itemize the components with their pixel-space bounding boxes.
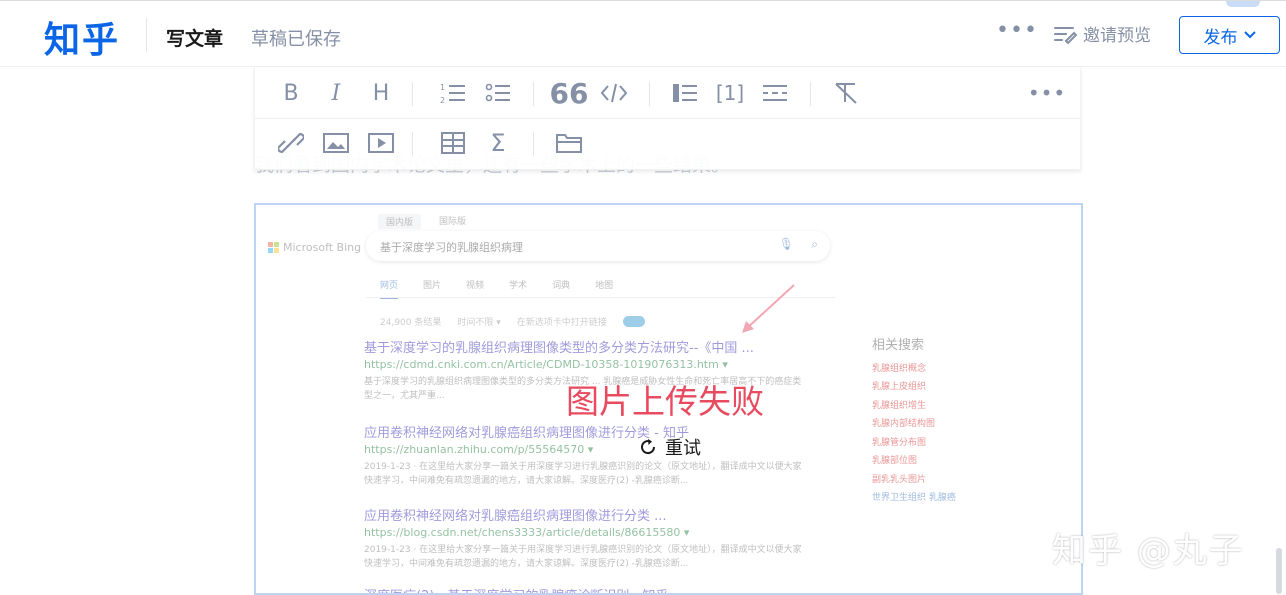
toolbar-row-1: B I H 12 66 [1] ••• xyxy=(255,68,1080,119)
svg-text:1: 1 xyxy=(440,83,445,92)
search-result: 应用卷积神经网络对乳腺癌组织病理图像进行分类 - 知乎 https://zhua… xyxy=(364,422,804,488)
publish-button[interactable]: 发布 xyxy=(1179,16,1280,54)
result-url: https://blog.csdn.net/chens3333/article/… xyxy=(364,526,690,539)
folder-icon[interactable] xyxy=(553,128,585,158)
toolbar-separator xyxy=(412,132,413,156)
bing-label: Microsoft Bing xyxy=(283,241,362,254)
bing-region-tabs: 国内版 国际版 xyxy=(378,214,466,229)
annotation-arrow-icon xyxy=(742,284,795,333)
bing-search-box: 基于深度学习的乳腺组织病理 🎙 ⌕ xyxy=(366,231,830,261)
formula-icon[interactable]: Σ xyxy=(482,128,514,158)
search-result: 深度医疗(2) - 基于深度学习的乳腺癌诊断识别 - 知乎 xyxy=(364,585,668,593)
watermark: 知乎 @丸子 xyxy=(1052,531,1245,571)
result-title: 应用卷积神经网络对乳腺癌组织病理图像进行分类 ... xyxy=(364,509,667,524)
more-icon[interactable]: ••• xyxy=(1028,78,1065,108)
related-item: 乳腺内部结构图 xyxy=(872,419,936,429)
result-title: 应用卷积神经网络对乳腺癌组织病理图像进行分类 - 知乎 xyxy=(364,426,689,441)
toolbar-separator xyxy=(533,132,534,156)
bing-logo: Microsoft Bing xyxy=(268,241,361,254)
editor-toolbar: B I H 12 66 [1] ••• Σ xyxy=(254,68,1081,170)
bing-meta: 24,900 条结果 时间不限 ▾ 在新选项卡中打开链接 xyxy=(380,315,645,328)
invite-preview-icon xyxy=(1054,26,1077,44)
divider-icon[interactable] xyxy=(759,78,791,108)
invite-preview-label: 邀请预览 xyxy=(1083,26,1151,46)
zhihu-logo[interactable]: 知乎 xyxy=(44,11,120,63)
video-icon[interactable] xyxy=(365,128,397,158)
related-item: 乳腺组织增生 xyxy=(872,400,927,411)
chevron-down-icon xyxy=(1243,31,1256,39)
toolbar-separator xyxy=(810,82,811,106)
nav-maps: 地图 xyxy=(595,281,614,291)
new-tab-toggle xyxy=(622,316,645,327)
result-url: https://cdmd.cnki.com.cn/Article/CDMD-10… xyxy=(364,358,728,371)
link-icon[interactable] xyxy=(275,128,307,158)
toolbar-row-2: Σ xyxy=(255,118,1080,168)
page-title: 写文章 xyxy=(166,28,224,50)
related-title: 相关搜索 xyxy=(872,338,925,353)
result-title: 深度医疗(2) - 基于深度学习的乳腺癌诊断识别 - 知乎 xyxy=(364,585,668,593)
bing-nav: 网页 图片 视频 学术 词典 地图 xyxy=(380,278,613,299)
related-item: 乳腺管分布图 xyxy=(872,437,927,448)
result-url: https://zhuanlan.zhihu.com/p/55564570 ▾ xyxy=(364,443,594,456)
refresh-icon xyxy=(641,439,656,455)
clear-format-icon[interactable] xyxy=(830,78,862,108)
new-tab-label: 在新选项卡中打开链接 xyxy=(516,318,607,328)
italic-icon[interactable]: I xyxy=(320,78,352,108)
result-desc: 2019-1-23 · 在这里给大家分享一篇关于用深度学习进行乳腺癌识别的论文（… xyxy=(364,545,802,569)
unordered-list-icon[interactable] xyxy=(482,78,514,108)
toolbar-separator xyxy=(649,82,650,106)
bold-icon[interactable]: B xyxy=(275,78,307,108)
nav-videos: 视频 xyxy=(466,281,485,291)
retry-button[interactable]: 重试 xyxy=(639,434,701,460)
image-icon[interactable] xyxy=(320,128,352,158)
tab-intl: 国际版 xyxy=(439,217,467,227)
table-icon[interactable] xyxy=(437,128,469,158)
upload-failed-message: 图片上传失败 xyxy=(566,382,764,421)
tab-cn: 国内版 xyxy=(378,214,422,229)
publish-label: 发布 xyxy=(1203,27,1238,48)
nav-academic: 学术 xyxy=(509,281,528,291)
nav-dictionary: 词典 xyxy=(552,281,571,291)
retry-label: 重试 xyxy=(665,438,701,459)
related-item: 乳腺组织概念 xyxy=(872,363,927,374)
toolbar-separator xyxy=(533,82,534,106)
related-searches: 相关搜索 乳腺组织概念 乳腺上皮组织 乳腺组织增生 乳腺内部结构图 乳腺管分布图… xyxy=(872,337,956,508)
top-bar: 知乎 写文章 草稿已保存 ••• 邀请预览 发布 xyxy=(0,0,1286,67)
search-icon: ⌕ xyxy=(811,237,818,251)
result-count: 24,900 条结果 xyxy=(380,318,442,328)
more-horizontal-icon[interactable]: ••• xyxy=(996,18,1038,43)
quote-icon[interactable]: 66 xyxy=(550,77,589,110)
heading-icon[interactable]: H xyxy=(365,78,397,108)
header-divider xyxy=(146,18,147,52)
microphone-icon: 🎙 xyxy=(778,237,794,251)
result-desc: 2019-1-23 · 在这里给大家分享一篇关于用深度学习进行乳腺癌识别的论文（… xyxy=(364,462,802,486)
related-item: 乳腺部位图 xyxy=(872,456,918,466)
search-result: 应用卷积神经网络对乳腺癌组织病理图像进行分类 ... https://blog.… xyxy=(364,505,804,571)
nav-web: 网页 xyxy=(380,278,399,299)
draft-status: 草稿已保存 xyxy=(251,29,341,50)
related-item: 副乳乳头图片 xyxy=(872,474,927,485)
ordered-list-icon[interactable]: 12 xyxy=(437,78,469,108)
invite-preview-button[interactable]: 邀请预览 xyxy=(1053,21,1151,46)
code-icon[interactable] xyxy=(598,78,630,108)
microsoft-logo-icon xyxy=(268,242,279,253)
corner-tip xyxy=(1226,1,1260,7)
result-title: 基于深度学习的乳腺组织病理图像类型的多分类方法研究--《中国 ... xyxy=(364,341,754,356)
related-item: 世界卫生组织 乳腺癌 xyxy=(872,493,956,503)
image-block[interactable]: 国内版 国际版 Microsoft Bing 基于深度学习的乳腺组织病理 🎙 ⌕… xyxy=(254,203,1083,595)
related-item: 乳腺上皮组织 xyxy=(872,382,927,392)
toolbar-separator xyxy=(412,82,413,106)
catalog-icon[interactable] xyxy=(669,78,701,108)
scrollbar[interactable] xyxy=(1276,548,1282,594)
nav-images: 图片 xyxy=(423,281,442,291)
bing-query: 基于深度学习的乳腺组织病理 xyxy=(380,241,523,254)
time-filter: 时间不限 ▾ xyxy=(457,318,501,328)
footnote-icon[interactable]: [1] xyxy=(714,78,746,108)
svg-text:2: 2 xyxy=(440,96,445,105)
